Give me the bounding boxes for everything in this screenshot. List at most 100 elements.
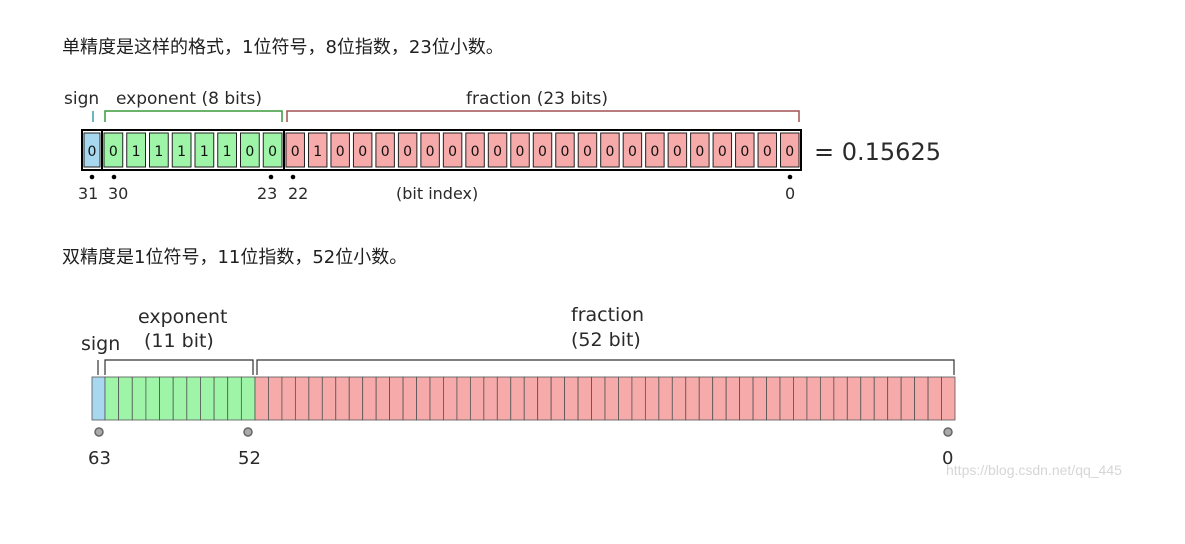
double-bit-cell — [91, 376, 106, 421]
single-bit-value: 1 — [154, 144, 163, 160]
double-bit-cell — [833, 376, 848, 421]
single-bit-value: 0 — [583, 144, 592, 160]
single-index-30: 30 — [108, 184, 128, 203]
single-bit-value: 0 — [673, 144, 682, 160]
single-exponent-label: exponent (8 bits) — [116, 89, 262, 109]
single-bit-value: 0 — [628, 144, 637, 160]
double-bit-cell — [281, 376, 296, 421]
double-bit-cell — [550, 376, 566, 421]
single-bit-value: 0 — [471, 144, 480, 160]
double-sign-label: sign — [81, 333, 120, 355]
double-bit-cell — [779, 376, 794, 421]
single-bit-value: 0 — [516, 144, 525, 160]
double-index-dot-0 — [943, 427, 953, 437]
double-bit-cell — [186, 376, 201, 421]
double-bit-cell — [348, 376, 364, 421]
double-bit-cell — [914, 376, 929, 421]
double-bit-cell — [685, 376, 700, 421]
single-bit-value: 0 — [403, 144, 412, 160]
double-bit-cell — [941, 376, 956, 421]
single-bit-value: 0 — [718, 144, 727, 160]
double-bit-cell — [443, 376, 458, 421]
single-index-22: 22 — [288, 184, 308, 203]
double-bit-cell — [658, 376, 673, 421]
double-bit-cell — [846, 376, 862, 421]
double-bit-cell — [294, 376, 310, 421]
double-bit-cell — [873, 376, 889, 421]
single-bit-cells: 00111110001000000000000000000000 — [83, 132, 800, 168]
double-bit-cell — [725, 376, 741, 421]
double-bit-cell — [900, 376, 916, 421]
double-bit-cell — [819, 376, 835, 421]
single-exponent-bracket — [104, 110, 283, 122]
double-bit-cell — [145, 376, 160, 421]
double-bit-cell — [389, 376, 404, 421]
double-bit-cell — [200, 376, 215, 421]
double-bit-cell — [618, 376, 633, 421]
single-bit-value: 0 — [493, 144, 502, 160]
double-bit-cell — [496, 376, 512, 421]
double-bit-cell — [469, 376, 485, 421]
double-bit-cell — [523, 376, 539, 421]
double-bit-cell — [537, 376, 552, 421]
single-bit-value: 0 — [740, 144, 749, 160]
single-bit-value: 0 — [88, 144, 97, 160]
single-bit-index-label: (bit index) — [396, 184, 478, 203]
double-bit-cell — [927, 376, 942, 421]
double-bit-cell — [698, 376, 714, 421]
double-bit-cell — [254, 376, 269, 421]
double-bit-cell — [644, 376, 660, 421]
single-bit-value: 0 — [538, 144, 547, 160]
double-bit-cell — [172, 376, 188, 421]
double-bit-cell — [362, 376, 377, 421]
double-bit-cell — [118, 376, 133, 421]
double-bit-cells — [91, 376, 956, 421]
double-bit-cell — [402, 376, 417, 421]
single-index-dot-0 — [787, 174, 793, 180]
single-bit-value: 0 — [650, 144, 659, 160]
double-index-dot-52 — [243, 427, 253, 437]
single-index-dot-22 — [290, 174, 296, 180]
single-bit-value: 0 — [358, 144, 367, 160]
double-bit-cell — [104, 376, 120, 421]
single-bit-value: 0 — [448, 144, 457, 160]
double-exponent-bracket — [104, 359, 254, 375]
double-bit-cell — [564, 376, 579, 421]
single-bit-value: 0 — [426, 144, 435, 160]
double-precision-diagram: sign exponent (11 bit) fraction (52 bit)… — [81, 304, 956, 469]
double-fraction-bracket — [256, 359, 955, 375]
double-bit-cell — [240, 376, 256, 421]
single-bit-value: 0 — [561, 144, 570, 160]
double-bit-cell — [806, 376, 821, 421]
double-bit-cell — [321, 376, 337, 421]
single-bit-value: 0 — [785, 144, 794, 160]
single-sign-label: sign — [64, 89, 99, 109]
double-bit-cell — [671, 376, 687, 421]
double-bit-cell — [308, 376, 323, 421]
single-index-dot-23 — [268, 174, 274, 180]
double-bit-cell — [483, 376, 498, 421]
single-bit-value: 0 — [381, 144, 390, 160]
single-index-0: 0 — [785, 184, 795, 203]
single-fraction-label: fraction (23 bits) — [466, 89, 608, 109]
single-precision-diagram: sign exponent (8 bits) fraction (23 bits… — [64, 89, 941, 203]
double-bit-cell — [131, 376, 147, 421]
single-bit-value: 1 — [313, 144, 322, 160]
double-bit-cell — [604, 376, 619, 421]
single-bit-value: 0 — [336, 144, 345, 160]
single-bit-value: 0 — [109, 144, 118, 160]
single-bit-value: 0 — [695, 144, 704, 160]
double-bit-cell — [739, 376, 754, 421]
double-fraction-label-line1: fraction — [571, 304, 644, 326]
single-bit-value: 1 — [223, 144, 232, 160]
double-bit-cell — [793, 376, 808, 421]
double-bit-cell — [213, 376, 229, 421]
double-bit-cell — [577, 376, 592, 421]
double-bit-cell — [268, 376, 283, 421]
double-bit-cell — [335, 376, 350, 421]
single-bit-value: 0 — [763, 144, 772, 160]
single-index-31: 31 — [78, 184, 98, 203]
double-index-63: 63 — [88, 448, 111, 469]
double-fraction-label-line2: (52 bit) — [571, 329, 641, 351]
double-bit-cell — [416, 376, 431, 421]
